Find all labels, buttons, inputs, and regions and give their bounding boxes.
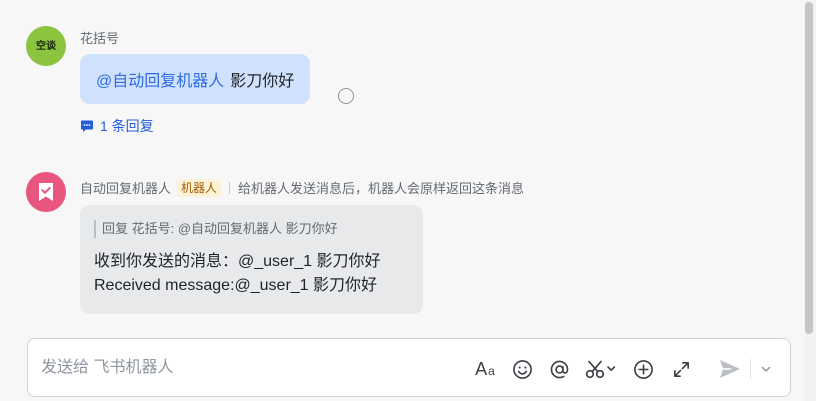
emoji-icon (512, 359, 532, 379)
scrollbar[interactable] (804, 0, 816, 401)
mention-button[interactable] (547, 357, 571, 381)
mention-link[interactable]: @自动回复机器人 (96, 67, 224, 91)
avatar-text: 空谈 (36, 40, 56, 52)
send-options-button[interactable] (758, 359, 774, 379)
message-input[interactable] (41, 355, 461, 381)
bot-sender-name[interactable]: 自动回复机器人 (80, 178, 171, 197)
screenshot-button[interactable] (584, 357, 618, 381)
message-line: 收到你发送的消息：@_user_1 影刀你好 (94, 253, 381, 270)
message-composer: Aa (27, 338, 791, 397)
quoted-reply[interactable]: 回复 花括号: @自动回复机器人 影刀你好 (94, 220, 409, 238)
at-icon (550, 360, 568, 378)
bot-avatar[interactable] (26, 172, 66, 212)
avatar[interactable]: 空谈 (26, 26, 66, 66)
comment-icon (80, 119, 94, 133)
chat-area: 空谈 花括号 @自动回复机器人 影刀你好 1 条回复 自动回复机器人 机器人 给… (0, 0, 804, 401)
divider (750, 359, 751, 379)
send-icon (720, 360, 740, 378)
scrollbar-thumb[interactable] (805, 2, 813, 334)
divider (229, 181, 231, 194)
chevron-down-icon (761, 366, 771, 372)
read-status-icon[interactable] (338, 88, 354, 104)
expand-icon (673, 361, 689, 377)
sender-name[interactable]: 花括号 (80, 28, 119, 47)
bookmark-check-icon (39, 183, 53, 201)
expand-editor-button[interactable] (669, 357, 693, 381)
plus-circle-icon (633, 359, 653, 379)
emoji-button[interactable] (510, 357, 534, 381)
bot-message-bubble[interactable]: 回复 花括号: @自动回复机器人 影刀你好 收到你发送的消息：@_user_1 … (80, 205, 423, 314)
bot-description: 给机器人发送消息后，机器人会原样返回这条消息 (238, 181, 525, 196)
more-actions-button[interactable] (631, 357, 655, 381)
thread-reply-link[interactable]: 1 条回复 (80, 116, 154, 136)
bot-header: 自动回复机器人 机器人 给机器人发送消息后，机器人会原样返回这条消息 (80, 178, 524, 197)
send-button[interactable] (716, 356, 744, 382)
message-line: Received message:@_user_1 影刀你好 (94, 277, 378, 294)
message-bubble[interactable]: @自动回复机器人 影刀你好 (80, 54, 311, 104)
bot-badge: 机器人 (177, 178, 222, 197)
message-text: 影刀你好 (230, 73, 295, 90)
font-format-button[interactable]: Aa (472, 357, 498, 381)
font-format-icon: Aa (475, 358, 495, 379)
reply-count-label: 1 条回复 (100, 118, 154, 134)
scissors-icon (585, 360, 616, 379)
